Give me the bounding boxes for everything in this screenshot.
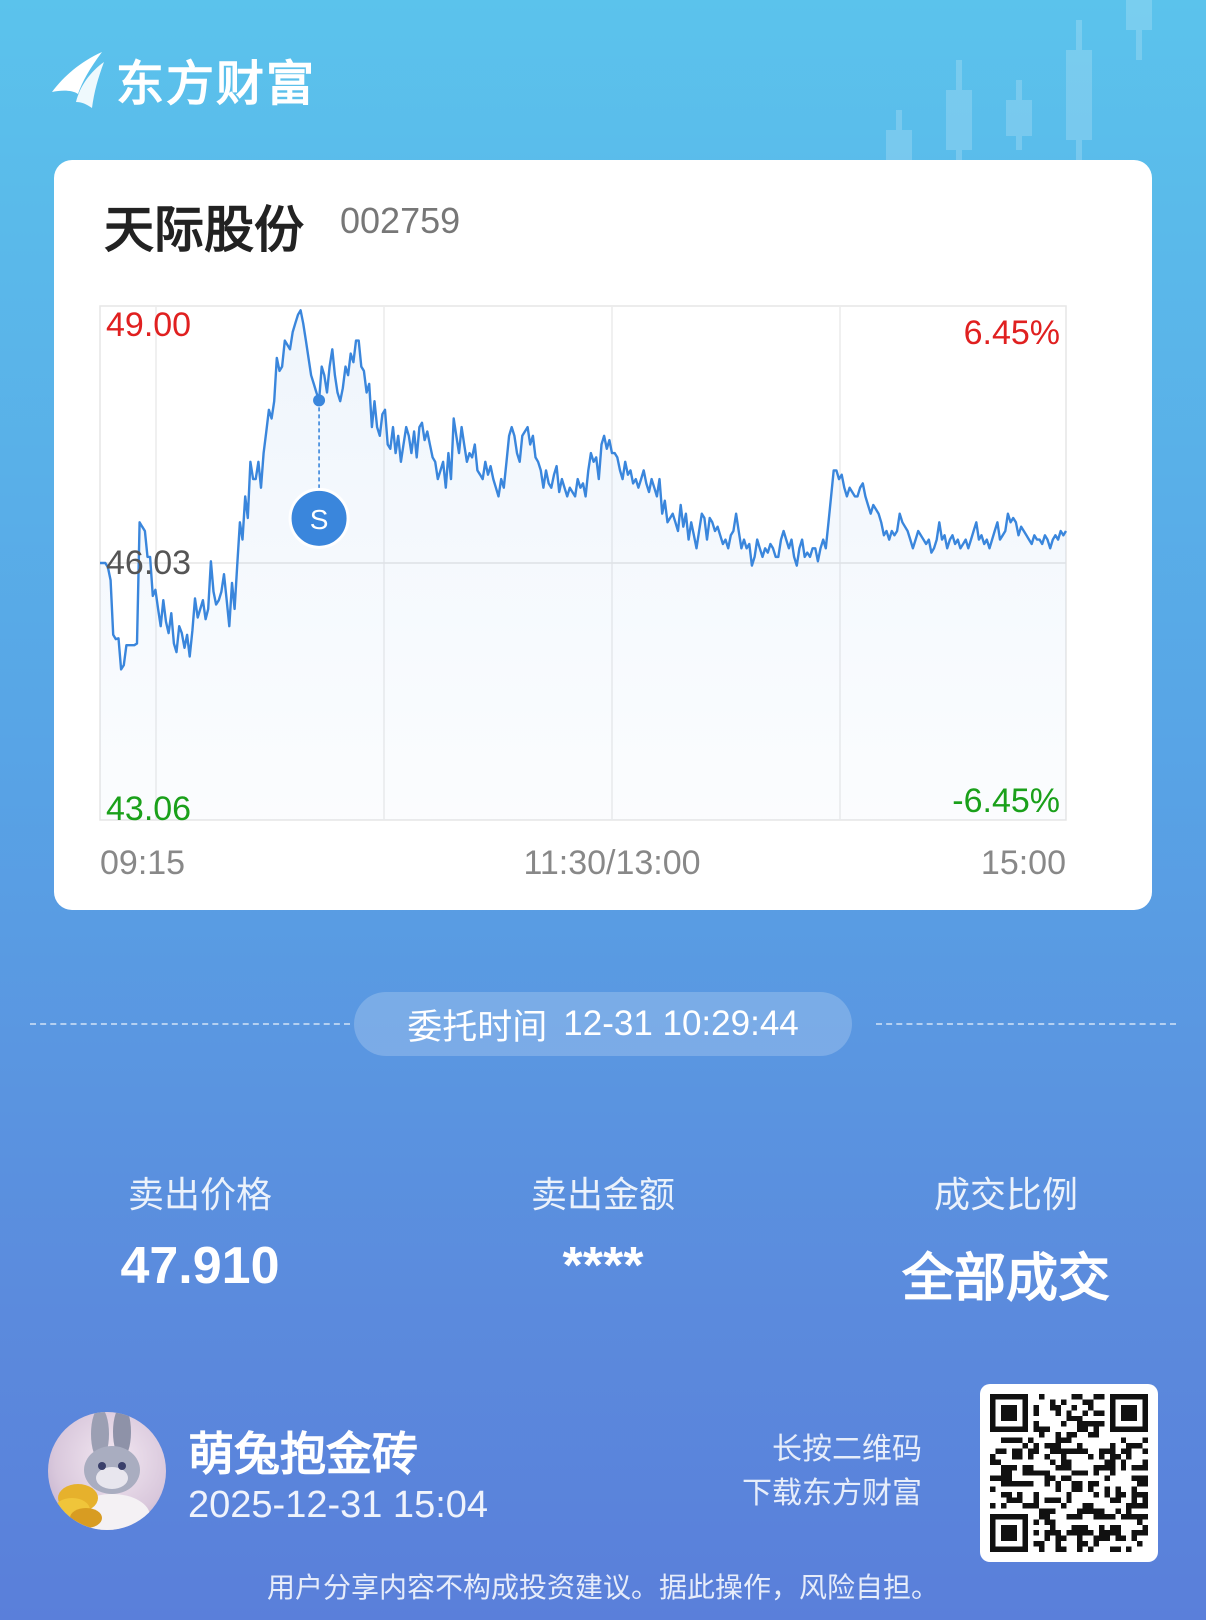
avatar <box>48 1412 166 1530</box>
stat-sell-amount: 卖出金额 **** <box>443 1166 763 1296</box>
trade-stats: 卖出价格 47.910 卖出金额 **** 成交比例 全部成交 <box>0 1166 1206 1309</box>
rabbit-avatar-icon <box>54 1412 150 1530</box>
brand-name: 东方财富 <box>116 56 317 112</box>
stat-sell-price-value: 47.910 <box>120 1237 280 1295</box>
y-mid-label: 46.03 <box>106 544 191 582</box>
sell-marker-dot <box>313 394 326 407</box>
order-time-pill: 委托时间 12-31 10:29:44 <box>354 992 852 1056</box>
qr-code[interactable] <box>980 1384 1158 1562</box>
qr-hint: 长按二维码 下载东方财富 <box>742 1428 922 1516</box>
intraday-chart: S 49.00 46.03 43.06 6.45% -6.45% 09:15 1… <box>99 305 1068 882</box>
qr-hint-line1: 长按二维码 <box>772 1432 922 1467</box>
y-min-label: 43.06 <box>106 790 191 828</box>
share-timestamp: 2025-12-31 15:04 <box>188 1484 489 1526</box>
disclaimer: 用户分享内容不构成投资建议。据此操作，风险自担。 <box>266 1571 939 1604</box>
brand-logo-icon <box>52 52 104 108</box>
stat-sell-price: 卖出价格 47.910 <box>40 1166 360 1296</box>
dashed-divider-left <box>30 1023 350 1025</box>
y-max-label: 49.00 <box>106 306 191 344</box>
x-label-open: 09:15 <box>100 844 185 882</box>
order-time-divider: 委托时间 12-31 10:29:44 <box>30 992 1176 1056</box>
stat-sell-amount-label: 卖出金额 <box>530 1175 675 1216</box>
pct-max-label: 6.45% <box>964 314 1060 352</box>
brand-header: 东方财富 <box>46 46 316 112</box>
stat-fill-ratio-value: 全部成交 <box>901 1249 1110 1309</box>
x-label-midday: 11:30/13:00 <box>523 844 700 882</box>
price-area-fill <box>100 310 1066 820</box>
user-name: 萌兔抱金砖 <box>188 1427 418 1481</box>
stock-chart-card: 天际股份 002759 S 49.00 46.03 43.06 6.45% -6… <box>54 160 1152 910</box>
stat-sell-price-label: 卖出价格 <box>127 1175 272 1216</box>
dashed-divider-right <box>876 1023 1176 1025</box>
order-time-label: 委托时间 <box>407 1007 548 1048</box>
x-label-close: 15:00 <box>981 844 1066 882</box>
stat-fill-ratio: 成交比例 全部成交 <box>846 1166 1166 1311</box>
qr-code-icon <box>990 1394 1148 1552</box>
qr-hint-line2: 下载东方财富 <box>742 1476 922 1511</box>
stat-sell-amount-value: **** <box>562 1237 644 1295</box>
order-time-value: 12-31 10:29:44 <box>563 1004 799 1043</box>
sell-marker-label: S <box>310 504 329 535</box>
stat-fill-ratio-label: 成交比例 <box>933 1175 1078 1216</box>
pct-min-label: -6.45% <box>952 782 1060 820</box>
